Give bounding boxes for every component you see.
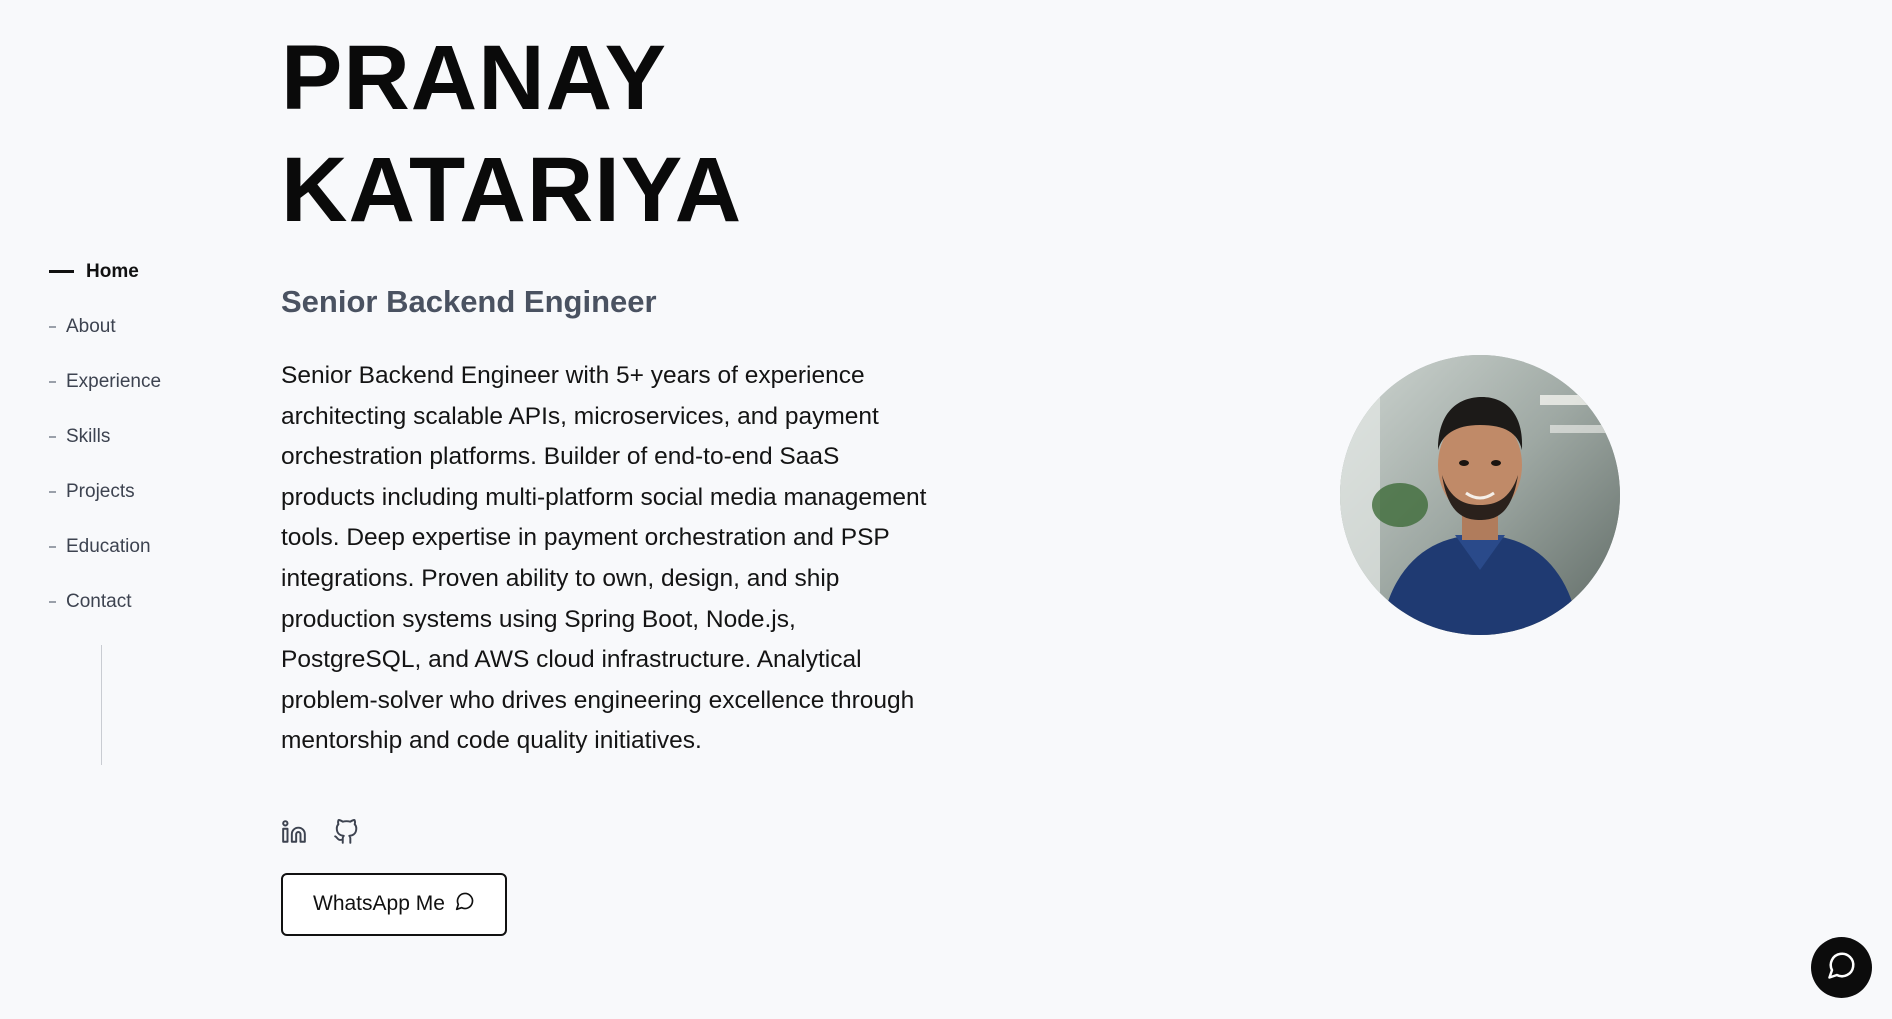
avatar bbox=[1340, 355, 1620, 635]
hero-name: PRANAY KATARIYA bbox=[281, 22, 941, 246]
nav-item-label: Projects bbox=[66, 480, 135, 502]
nav-item-label: Skills bbox=[66, 425, 111, 447]
hero-section: PRANAY KATARIYA Senior Backend Engineer … bbox=[281, 22, 941, 936]
nav-item-label: Contact bbox=[66, 590, 132, 612]
nav-dash bbox=[49, 435, 56, 438]
social-links bbox=[281, 819, 941, 845]
portfolio-page: Home About Experience Skills Projects Ed… bbox=[0, 0, 1892, 1019]
nav-item-projects[interactable]: Projects bbox=[49, 464, 249, 519]
nav-dash bbox=[49, 380, 56, 383]
nav-item-about[interactable]: About bbox=[49, 299, 249, 354]
nav-item-education[interactable]: Education bbox=[49, 519, 249, 574]
whatsapp-button-label: WhatsApp Me bbox=[313, 892, 445, 916]
last-name: KATARIYA bbox=[281, 139, 743, 241]
chat-bubble-icon bbox=[455, 891, 475, 917]
role-title: Senior Backend Engineer bbox=[281, 284, 657, 319]
nav-item-label: Education bbox=[66, 535, 151, 557]
whatsapp-button[interactable]: WhatsApp Me bbox=[281, 872, 507, 936]
chat-bubble-icon bbox=[1827, 950, 1857, 985]
avatar-illustration bbox=[1340, 355, 1620, 635]
nav-scroll-line bbox=[101, 645, 102, 765]
active-indicator bbox=[49, 270, 74, 273]
first-name: PRANAY bbox=[281, 27, 668, 129]
github-icon[interactable] bbox=[333, 819, 359, 845]
nav-item-experience[interactable]: Experience bbox=[49, 354, 249, 409]
nav-item-label: Home bbox=[86, 260, 139, 282]
nav-dash bbox=[49, 600, 56, 603]
nav-dash bbox=[49, 325, 56, 328]
nav-item-label: About bbox=[66, 315, 116, 337]
nav-item-home[interactable]: Home bbox=[49, 244, 249, 299]
linkedin-icon[interactable] bbox=[281, 819, 307, 845]
nav-dash bbox=[49, 490, 56, 493]
chat-fab[interactable] bbox=[1811, 937, 1872, 998]
nav-item-label: Experience bbox=[66, 370, 162, 392]
nav-item-contact[interactable]: Contact bbox=[49, 574, 249, 629]
nav-item-skills[interactable]: Skills bbox=[49, 409, 249, 464]
summary-text: Senior Backend Engineer with 5+ years of… bbox=[281, 362, 927, 755]
nav-dash bbox=[49, 545, 56, 548]
side-navigation: Home About Experience Skills Projects Ed… bbox=[49, 244, 249, 629]
